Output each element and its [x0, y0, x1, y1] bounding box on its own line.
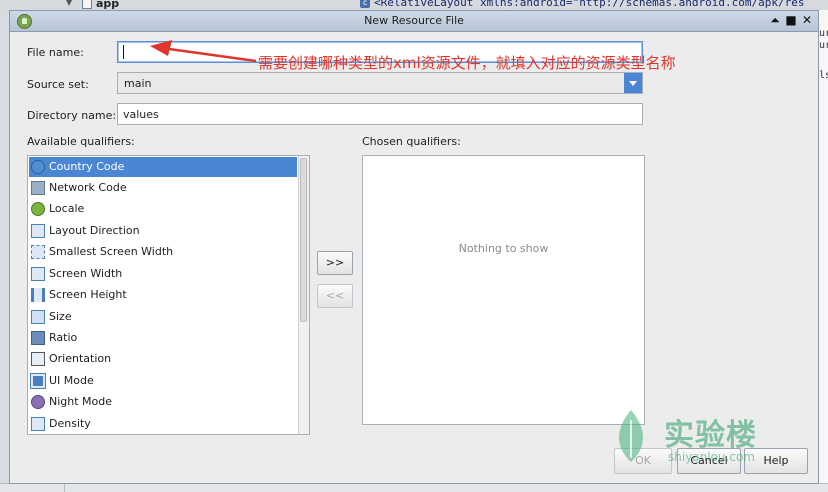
orientation-icon: [31, 352, 45, 366]
source-set-select[interactable]: main: [117, 72, 643, 94]
project-tree-item[interactable]: app: [82, 0, 119, 10]
qualifier-ui-mode[interactable]: UI Mode: [29, 371, 297, 391]
source-set-label: Source set:: [27, 78, 89, 91]
watermark-url: shiyanlou.com: [668, 450, 755, 464]
maximize-icon[interactable]: ■: [784, 13, 798, 27]
size-icon: [31, 310, 45, 324]
globe-icon: [31, 160, 45, 174]
qualifier-ratio[interactable]: Ratio: [29, 328, 297, 348]
directory-name-input[interactable]: values: [117, 103, 643, 125]
watermark-chinese: 实验楼: [664, 418, 757, 453]
qualifier-size[interactable]: Size: [29, 307, 297, 327]
screen-height-icon: [31, 288, 45, 302]
chosen-qualifiers-list[interactable]: Nothing to show: [362, 155, 645, 425]
minimize-icon[interactable]: ⏶: [768, 13, 782, 28]
directory-name-label: Directory name:: [27, 109, 117, 122]
locale-icon: [31, 202, 45, 216]
editor-code-line: c <RelativeLayout xmlns:android="http://s…: [360, 0, 804, 9]
dialog-titlebar[interactable]: New Resource File ⏶ ■ ✕: [10, 11, 818, 32]
remove-qualifier-button[interactable]: <<: [317, 284, 353, 308]
chosen-qualifiers-label: Chosen qualifiers:: [362, 135, 461, 148]
available-qualifiers-list[interactable]: Country Code Network Code Locale Layout …: [27, 155, 310, 435]
dialog-title: New Resource File: [364, 14, 464, 27]
qualifier-layout-direction[interactable]: Layout Direction: [29, 221, 297, 241]
smallest-width-icon: [31, 245, 45, 259]
text-caret: [123, 45, 124, 59]
qualifier-network-code[interactable]: Network Code: [29, 178, 297, 198]
qualifier-night-mode[interactable]: Night Mode: [29, 392, 297, 412]
collapse-triangle-icon[interactable]: ▼: [66, 0, 72, 7]
empty-state-text: Nothing to show: [458, 242, 549, 255]
chevron-down-icon[interactable]: [624, 73, 642, 93]
qualifier-locale[interactable]: Locale: [29, 199, 297, 219]
screen-width-icon: [31, 267, 45, 281]
close-icon[interactable]: ✕: [800, 13, 814, 27]
density-icon: [31, 417, 45, 431]
qualifier-density[interactable]: Density: [29, 414, 297, 434]
class-file-icon: c: [360, 0, 370, 8]
annotation-text: 需要创建哪种类型的xml资源文件，就填入对应的资源类型名称: [258, 54, 676, 72]
qualifier-screen-width[interactable]: Screen Width: [29, 264, 297, 284]
qualifier-country-code[interactable]: Country Code: [29, 157, 297, 177]
leaf-logo-icon: [618, 410, 644, 462]
available-qualifiers-label: Available qualifiers:: [27, 135, 135, 148]
qualifier-orientation[interactable]: Orientation: [29, 349, 297, 369]
ratio-icon: [31, 331, 45, 345]
ui-mode-icon: [30, 373, 46, 389]
layout-direction-icon: [31, 224, 45, 238]
night-mode-icon: [31, 395, 45, 409]
qualifiers-scrollbar[interactable]: [298, 156, 309, 434]
shiyanlou-watermark: 实验楼 shiyanlou.com: [612, 404, 782, 474]
scrollbar-thumb[interactable]: [300, 158, 307, 322]
qualifier-screen-height[interactable]: Screen Height: [29, 285, 297, 305]
add-qualifier-button[interactable]: >>: [317, 251, 353, 275]
folder-icon: [82, 0, 92, 9]
network-icon: [31, 181, 45, 195]
qualifier-smallest-screen-width[interactable]: Smallest Screen Width: [29, 242, 297, 262]
file-name-label: File name:: [27, 46, 84, 59]
